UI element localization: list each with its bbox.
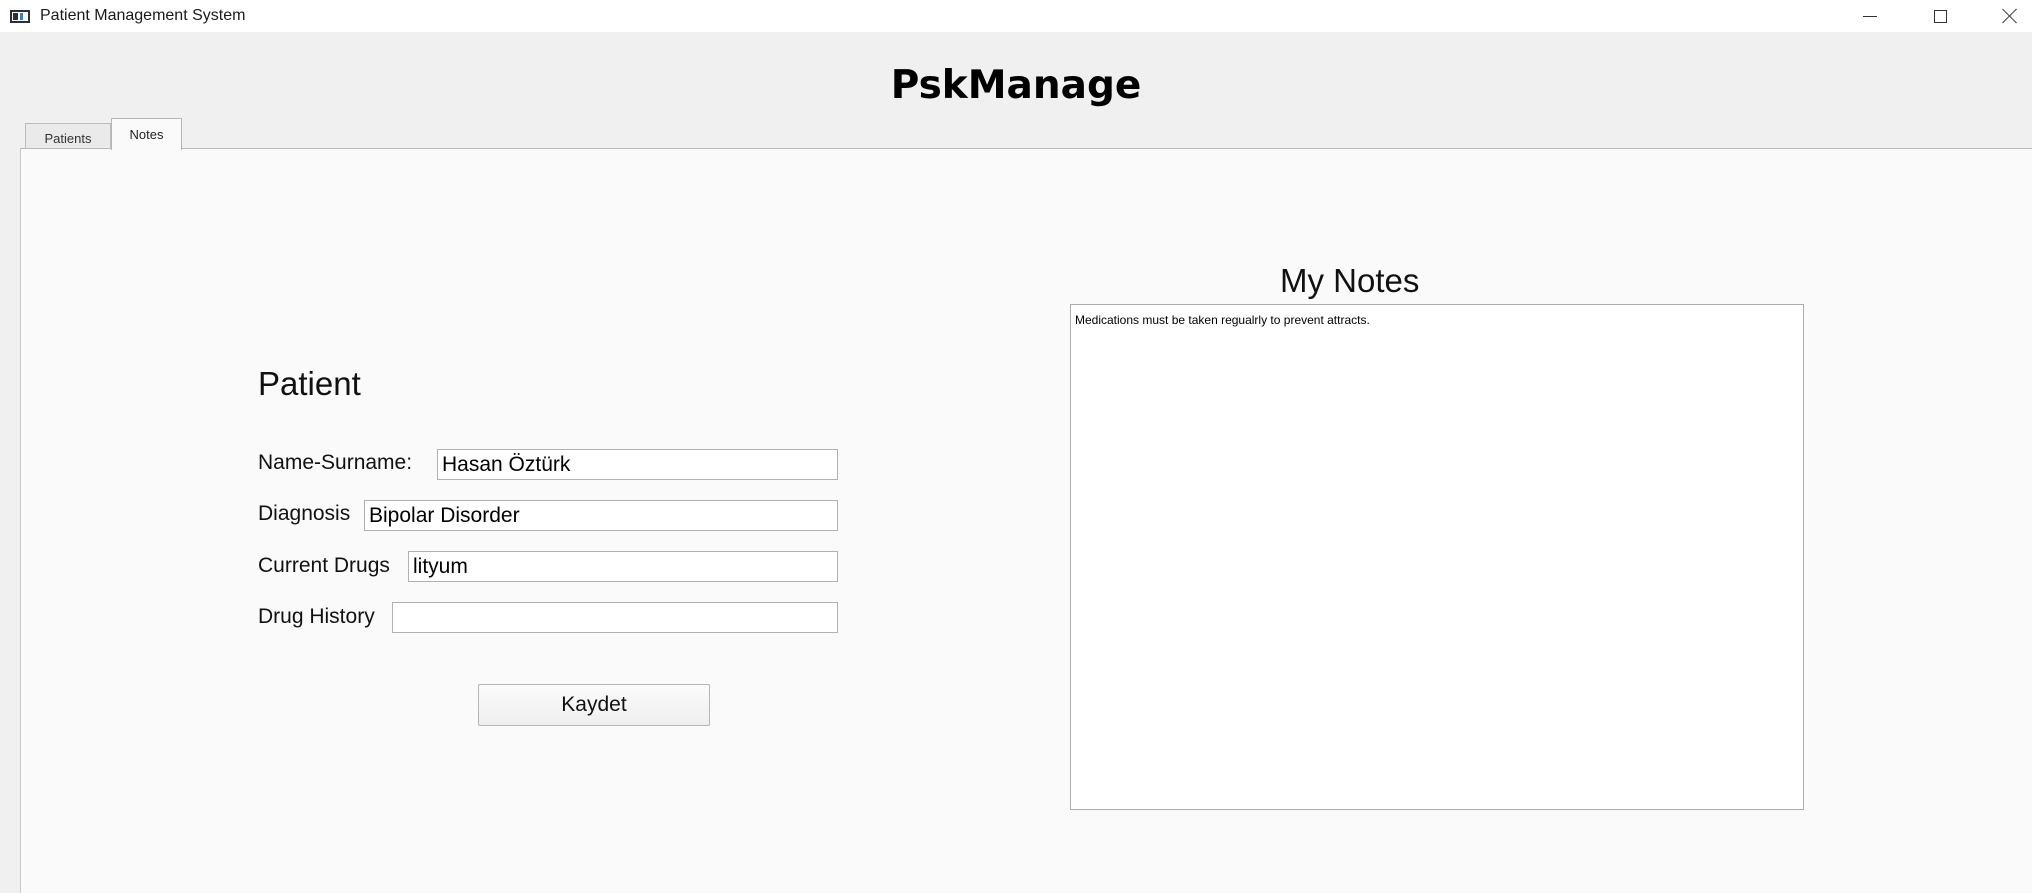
app-window: Patient Management System PskManage Pati… — [0, 0, 2032, 893]
title-bar: Patient Management System — [0, 0, 2032, 32]
drug-history-field[interactable] — [392, 602, 838, 633]
close-icon — [2001, 7, 2019, 25]
name-surname-label: Name-Surname: — [258, 451, 413, 474]
drug-history-label: Drug History — [258, 605, 375, 628]
app-heading: PskManage — [890, 63, 1142, 108]
close-button[interactable] — [1980, 0, 2032, 32]
minimize-button[interactable] — [1840, 0, 1900, 32]
tab-notes[interactable]: Notes — [111, 118, 182, 150]
notes-section-title: My Notes — [1280, 262, 1420, 299]
notes-textarea[interactable]: Medications must be taken regualrly to p… — [1070, 304, 1804, 810]
current-drugs-label: Current Drugs — [258, 554, 390, 577]
current-drugs-field[interactable] — [408, 551, 838, 582]
maximize-icon — [1933, 9, 1947, 23]
name-surname-field[interactable] — [437, 449, 838, 480]
window-title: Patient Management System — [40, 7, 246, 24]
minimize-icon — [1863, 15, 1877, 17]
patient-section-title: Patient — [258, 365, 361, 402]
app-window-icon — [10, 10, 30, 23]
maximize-button[interactable] — [1910, 0, 1970, 32]
diagnosis-field[interactable] — [364, 500, 838, 531]
diagnosis-label: Diagnosis — [258, 502, 351, 525]
save-button[interactable]: Kaydet — [478, 684, 710, 726]
